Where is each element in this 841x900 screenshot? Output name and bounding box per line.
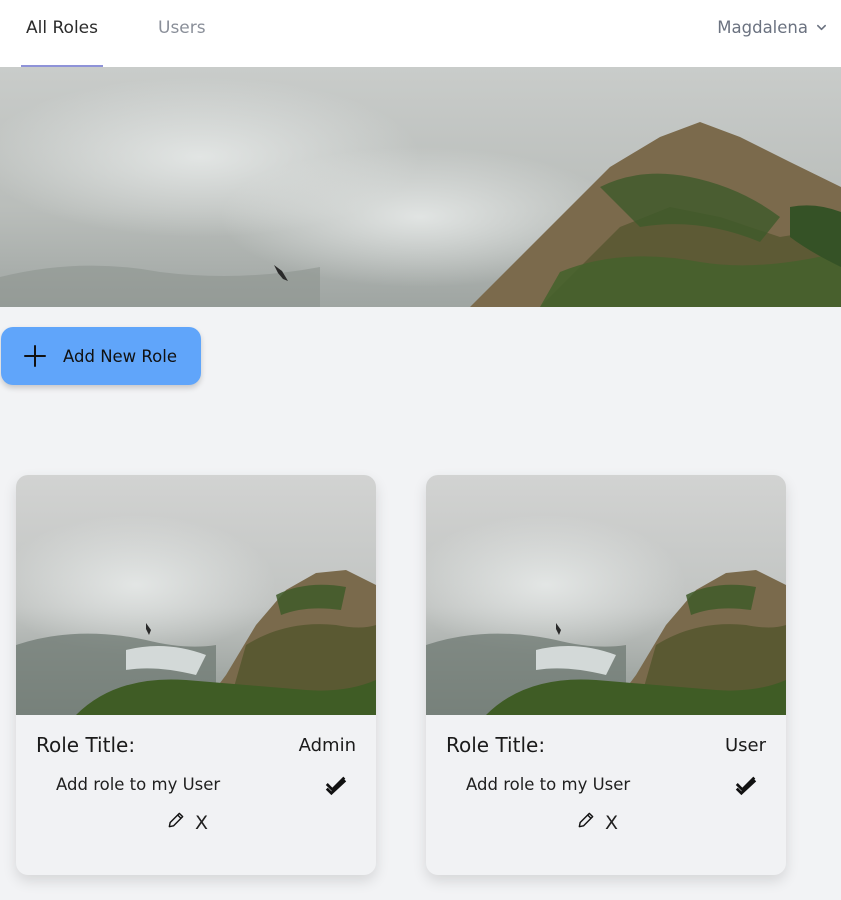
- tab-all-roles[interactable]: All Roles: [21, 0, 103, 67]
- user-menu-name: Magdalena: [717, 17, 808, 37]
- add-role-to-user-text: Add role to my User: [56, 775, 221, 794]
- double-check-icon[interactable]: [325, 774, 347, 796]
- chevron-down-icon: [817, 24, 826, 30]
- role-title-label: Role Title:: [446, 733, 546, 757]
- double-check-icon[interactable]: [735, 774, 757, 796]
- user-menu[interactable]: Magdalena: [717, 0, 827, 54]
- role-card-user: Role Title: User Add role to my User X: [426, 475, 786, 875]
- role-card-image: [426, 475, 786, 715]
- pencil-icon[interactable]: [576, 810, 596, 830]
- plus-icon: [24, 345, 46, 367]
- add-new-role-label: Add New Role: [63, 346, 177, 366]
- role-card-admin: Role Title: Admin Add role to my User X: [16, 475, 376, 875]
- top-navigation: All Roles Users Magdalena: [0, 0, 841, 67]
- pencil-icon[interactable]: [166, 810, 186, 830]
- role-title-label: Role Title:: [36, 733, 136, 757]
- add-new-role-button[interactable]: Add New Role: [1, 327, 201, 385]
- role-title-value: User: [724, 735, 766, 756]
- delete-role-button[interactable]: X: [195, 812, 208, 834]
- delete-role-button[interactable]: X: [605, 812, 618, 834]
- tab-users[interactable]: Users: [158, 0, 206, 67]
- add-role-to-user-text: Add role to my User: [466, 775, 631, 794]
- role-title-value: Admin: [298, 735, 356, 756]
- hero-banner-image: [0, 67, 841, 307]
- role-card-image: [16, 475, 376, 715]
